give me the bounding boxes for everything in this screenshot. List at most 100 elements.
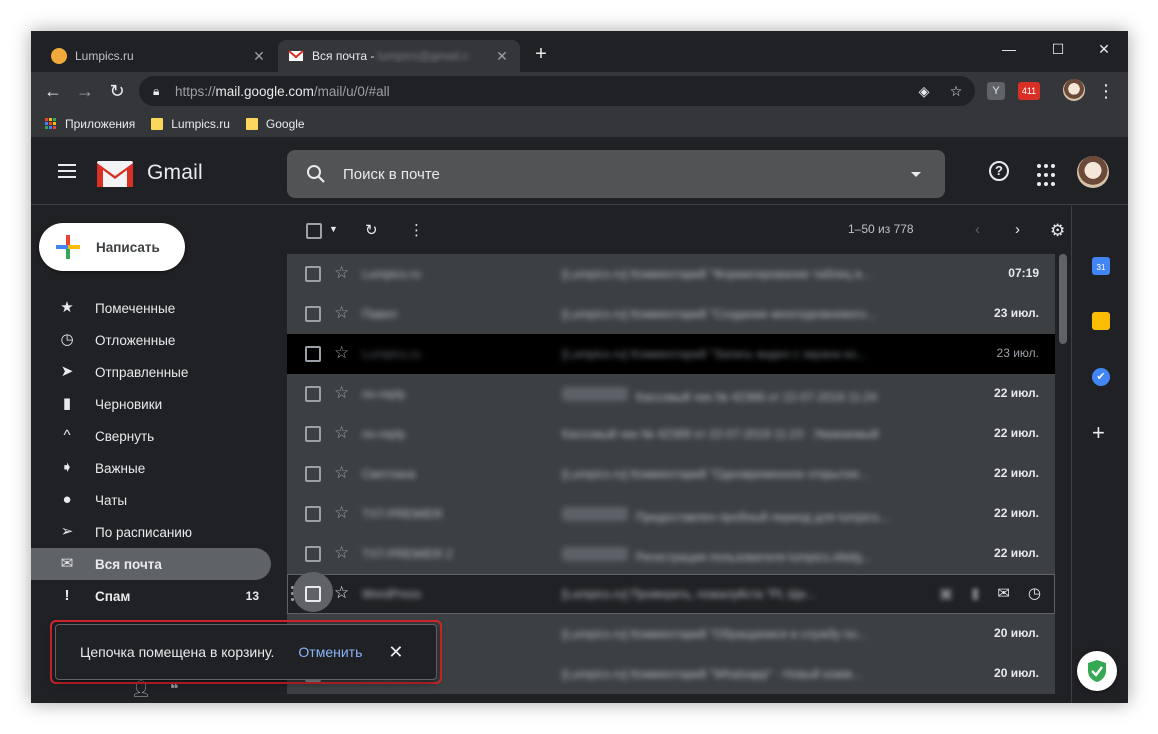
eye-icon[interactable]: ◈ (915, 82, 933, 100)
settings-gear-icon[interactable]: ⚙ (1050, 221, 1065, 241)
star-icon[interactable]: ☆ (334, 504, 352, 522)
bookmarks-bar: Приложения Lumpics.ru Google (31, 110, 1128, 138)
bookmark-apps[interactable]: Приложения (45, 117, 135, 131)
mail-row[interactable]: ☆ TXT-PREMIER Предоставлен пробный перио… (287, 494, 1055, 534)
next-page-icon[interactable]: › (1015, 221, 1020, 238)
row-checkbox[interactable] (305, 546, 321, 562)
row-checkbox[interactable] (305, 386, 321, 402)
gmail-logo[interactable] (96, 160, 134, 188)
browser-toolbar: ← → ↻ 🔒︎ https://mail.google.com/mail/u/… (31, 72, 1128, 110)
nav-drafts[interactable]: ▮ Черновики (31, 388, 271, 420)
star-icon[interactable]: ☆ (334, 304, 352, 322)
close-tab-icon[interactable]: ✕ (494, 48, 510, 64)
apps-grid-icon (45, 117, 57, 130)
add-addon-icon[interactable]: + (1092, 422, 1105, 444)
row-checkbox[interactable] (305, 466, 321, 482)
bookmark-star-icon[interactable]: ☆ (947, 82, 965, 100)
select-dropdown-icon[interactable]: ▼ (329, 224, 338, 234)
mail-row[interactable]: ☆ no-reply Кассовый чек № 42369 от 22-07… (287, 414, 1055, 454)
clock-icon: ◷ (60, 331, 74, 348)
row-checkbox[interactable] (305, 506, 321, 522)
nav-all-mail[interactable]: ✉ Вся почта (31, 548, 271, 580)
snooze-icon[interactable]: ◷ (1028, 584, 1041, 602)
profile-avatar[interactable] (1063, 79, 1085, 101)
row-date: 22 июл. (994, 386, 1039, 400)
close-tab-icon[interactable]: ✕ (251, 48, 267, 64)
bookmark-lumpics[interactable]: Lumpics.ru (151, 117, 230, 131)
refresh-icon[interactable]: ↻ (365, 221, 378, 239)
mail-row[interactable]: ☆ no-reply Кассовый чек № 42368 от 22-07… (287, 374, 1055, 414)
keep-icon[interactable] (1092, 312, 1110, 330)
prev-page-icon[interactable]: ‹ (975, 221, 980, 238)
more-options-icon[interactable]: ⋮ (409, 221, 424, 239)
star-icon[interactable]: ☆ (334, 424, 352, 442)
star-icon[interactable]: ☆ (334, 584, 352, 602)
scrollbar[interactable] (1059, 254, 1067, 344)
reload-icon[interactable]: ↻ (105, 79, 129, 103)
undo-button[interactable]: Отменить (298, 644, 362, 660)
close-window-icon[interactable]: ✕ (1081, 35, 1127, 63)
mail-row[interactable]: ☆ Lumpics.ru [Lumpics.ru] Комментарий "Ф… (287, 254, 1055, 294)
tasks-icon[interactable]: ✔ (1092, 368, 1110, 386)
row-checkbox[interactable] (305, 346, 321, 362)
mail-row[interactable]: ☆ Светлана [Lumpics.ru] Комментарий "Одн… (287, 454, 1055, 494)
back-icon[interactable]: ← (41, 79, 65, 103)
archive-icon[interactable]: ▣ (939, 584, 953, 602)
compose-button[interactable]: Написать (39, 223, 185, 271)
search-icon (307, 165, 325, 183)
delete-icon[interactable]: ▮ (971, 584, 979, 602)
star-icon[interactable]: ☆ (334, 544, 352, 562)
search-input[interactable]: Поиск в почте (343, 166, 911, 183)
select-all-checkbox[interactable] (306, 223, 322, 239)
mail-row-selected[interactable]: ☆ WordPress [Lumpics.ru] Проверить, пожа… (287, 572, 1055, 614)
tab-gmail[interactable]: Вся почта - lumpics@gmail.c ✕ (278, 40, 520, 72)
star-icon[interactable]: ☆ (334, 384, 352, 402)
mail-row[interactable]: ☆ Павел [Lumpics.ru] Комментарий "Создан… (287, 294, 1055, 334)
star-icon[interactable]: ☆ (334, 464, 352, 482)
nav-important[interactable]: ➧ Важные (31, 452, 271, 484)
maximize-icon[interactable]: ☐ (1035, 35, 1081, 63)
row-checkbox[interactable] (305, 266, 321, 282)
star-icon[interactable]: ☆ (334, 344, 352, 362)
mail-notifier-icon[interactable]: 411 (1018, 82, 1040, 100)
search-bar[interactable]: Поиск в почте (287, 150, 945, 198)
nav-snoozed[interactable]: ◷ Отложенные (31, 324, 271, 356)
row-date: 22 июл. (994, 466, 1039, 480)
nav-sent[interactable]: ➤ Отправленные (31, 356, 271, 388)
row-checkbox[interactable] (305, 586, 321, 602)
yandex-extension-icon[interactable]: Y (987, 82, 1005, 100)
lock-icon: 🔒︎ (153, 83, 160, 98)
nav-starred[interactable]: ★ Помеченные (31, 292, 271, 324)
mail-row[interactable]: ☆ TXT-PREMIER 2 Регистрация пользователя… (287, 534, 1055, 574)
nav-scheduled[interactable]: ➢ По расписанию (31, 516, 271, 548)
tab-lumpics[interactable]: Lumpics.ru ✕ (41, 40, 277, 72)
nav-list: ★ Помеченные ◷ Отложенные ➤ Отправленные ▮ Ч… (31, 292, 287, 612)
spam-icon: ! (64, 587, 70, 604)
close-icon[interactable]: ✕ (388, 642, 403, 663)
row-checkbox[interactable] (305, 306, 321, 322)
side-panel: 31 ✔ + (1071, 206, 1128, 703)
nav-chats[interactable]: ● Чаты (31, 484, 271, 516)
help-icon[interactable]: ? (989, 161, 1009, 181)
browser-menu-icon[interactable]: ⋮ (1094, 79, 1118, 103)
mail-row[interactable]: ☆ Lumpics.ru [Lumpics.ru] Комментарий "З… (287, 334, 1055, 374)
security-shield-icon[interactable] (1077, 651, 1117, 691)
forward-icon[interactable]: → (73, 79, 97, 103)
google-apps-icon[interactable] (1037, 164, 1061, 188)
mark-read-icon[interactable]: ✉ (997, 584, 1010, 602)
main-menu-icon[interactable] (55, 160, 79, 184)
nav-spam[interactable]: ! Спам 13 (31, 580, 271, 612)
row-checkbox[interactable] (305, 426, 321, 442)
bookmark-google[interactable]: Google (245, 117, 305, 131)
minimize-icon[interactable]: — (986, 35, 1032, 63)
nav-collapse[interactable]: ^ Свернуть (31, 420, 271, 452)
row-date: 07:19 (1008, 266, 1039, 280)
calendar-icon[interactable]: 31 (1092, 257, 1110, 275)
star-icon[interactable]: ☆ (334, 264, 352, 282)
account-avatar[interactable] (1077, 156, 1109, 188)
address-bar[interactable]: 🔒︎ https://mail.google.com/mail/u/0/#all… (139, 76, 975, 106)
row-date: 20 июл. (994, 626, 1039, 640)
search-options-icon[interactable] (911, 171, 921, 177)
new-tab-button[interactable]: + (529, 43, 553, 67)
chat-icon: ● (62, 491, 72, 508)
